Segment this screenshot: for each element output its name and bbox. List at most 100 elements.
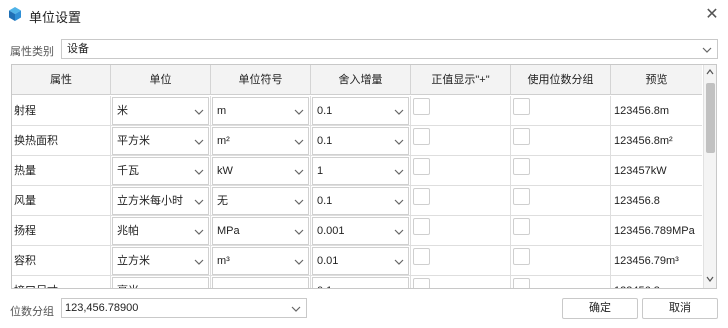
cube-icon <box>9 7 21 21</box>
symbol-select[interactable]: 无 <box>212 187 309 215</box>
rounding-select[interactable]: 0.1 <box>312 277 409 288</box>
digit-grouping-checkbox[interactable] <box>513 128 530 145</box>
plus-sign-checkbox[interactable] <box>413 128 430 145</box>
symbol-select-value: 无 <box>217 195 228 207</box>
property-name-cell: 换热面积 <box>12 126 111 156</box>
unit-select[interactable]: 立方米每小时 <box>112 187 209 215</box>
preview-value: 123456.8 <box>614 195 660 207</box>
unit-select[interactable]: 立方米 <box>112 247 209 275</box>
chevron-down-icon <box>194 137 204 147</box>
symbol-select[interactable]: m³ <box>212 247 309 275</box>
plus-sign-cell <box>411 246 511 276</box>
preview-cell: 123456.789MPa <box>611 216 702 246</box>
preview-value: 123456.8m <box>614 105 670 117</box>
table-header: 属性 单位 单位符号 舍入增量 正值显示"+" 使用位数分组 预览 <box>12 65 702 95</box>
digit-grouping-checkbox[interactable] <box>513 278 530 288</box>
category-value: 设备 <box>67 43 89 55</box>
symbol-select-value: m <box>217 105 227 117</box>
rounding-select-value: 0.1 <box>317 195 333 207</box>
digit-grouping-checkbox[interactable] <box>513 98 530 115</box>
scroll-up-icon[interactable] <box>706 68 714 76</box>
symbol-select[interactable]: m² <box>212 127 309 155</box>
chevron-down-icon <box>394 197 404 207</box>
property-name-cell: 接口尺寸 <box>12 276 111 288</box>
plus-sign-checkbox[interactable] <box>413 278 430 288</box>
digit-grouping-checkbox[interactable] <box>513 248 530 265</box>
symbol-cell: m <box>211 96 311 126</box>
symbol-select-value: m³ <box>217 255 230 267</box>
chevron-down-icon <box>294 287 304 288</box>
chevron-down-icon <box>294 107 304 117</box>
unit-cell: 立方米 <box>111 246 211 276</box>
vertical-scrollbar[interactable] <box>703 65 716 288</box>
table-row: 容积 立方米 m³ 0.01 123456.79m³ <box>12 246 702 276</box>
rounding-select-value: 0.1 <box>317 135 333 147</box>
digit-grouping-checkbox[interactable] <box>513 218 530 235</box>
header-preview: 预览 <box>645 74 668 86</box>
unit-select-value: 立方米 <box>117 255 150 267</box>
property-name-cell: 风量 <box>12 186 111 216</box>
rounding-cell: 0.1 <box>311 126 411 156</box>
rounding-select[interactable]: 0.01 <box>312 247 409 275</box>
scrollbar-thumb[interactable] <box>706 83 715 153</box>
rounding-select[interactable]: 0.1 <box>312 187 409 215</box>
property-name-cell: 扬程 <box>12 216 111 246</box>
property-name: 接口尺寸 <box>14 285 58 288</box>
table-row: 风量 立方米每小时 无 0.1 123456.8 <box>12 186 702 216</box>
cancel-button[interactable]: 取消 <box>642 298 718 319</box>
rounding-cell: 0.1 <box>311 186 411 216</box>
chevron-down-icon <box>194 197 204 207</box>
scroll-down-icon[interactable] <box>706 275 714 283</box>
digit-grouping-cell <box>511 276 611 288</box>
digit-group-select[interactable]: 123,456.78900 <box>61 298 307 318</box>
plus-sign-cell <box>411 126 511 156</box>
symbol-select[interactable]: m <box>212 97 309 125</box>
plus-sign-checkbox[interactable] <box>413 98 430 115</box>
chevron-down-icon <box>194 287 204 288</box>
property-name-cell: 热量 <box>12 156 111 186</box>
plus-sign-checkbox[interactable] <box>413 218 430 235</box>
digit-grouping-checkbox[interactable] <box>513 188 530 205</box>
unit-select[interactable]: 毫米 <box>112 277 209 288</box>
unit-select[interactable]: 兆帕 <box>112 217 209 245</box>
property-name: 扬程 <box>14 225 36 237</box>
unit-cell: 米 <box>111 96 211 126</box>
rounding-select[interactable]: 1 <box>312 157 409 185</box>
unit-select[interactable]: 米 <box>112 97 209 125</box>
property-name: 风量 <box>14 195 36 207</box>
digit-grouping-checkbox[interactable] <box>513 158 530 175</box>
chevron-down-icon <box>394 287 404 288</box>
symbol-select-value: mm <box>217 285 235 288</box>
rounding-cell: 1 <box>311 156 411 186</box>
unit-select[interactable]: 平方米 <box>112 127 209 155</box>
table-row: 扬程 兆帕 MPa 0.001 123456.789MPa <box>12 216 702 246</box>
chevron-down-icon <box>394 137 404 147</box>
chevron-down-icon <box>194 167 204 177</box>
preview-cell: 123457kW <box>611 156 702 186</box>
preview-cell: 123456.79m³ <box>611 246 702 276</box>
symbol-select[interactable]: MPa <box>212 217 309 245</box>
symbol-select[interactable]: kW <box>212 157 309 185</box>
ok-button[interactable]: 确定 <box>562 298 638 319</box>
close-icon[interactable]: ✕ <box>702 4 722 24</box>
chevron-down-icon <box>394 107 404 117</box>
unit-select-value: 兆帕 <box>117 225 139 237</box>
symbol-cell: MPa <box>211 216 311 246</box>
category-select[interactable]: 设备 <box>61 39 718 59</box>
preview-value: 123456.789MPa <box>614 225 695 237</box>
symbol-cell: kW <box>211 156 311 186</box>
rounding-select-value: 1 <box>317 165 324 177</box>
plus-sign-checkbox[interactable] <box>413 248 430 265</box>
chevron-down-icon <box>294 257 304 267</box>
category-label: 属性类别 <box>10 46 54 58</box>
unit-select[interactable]: 千瓦 <box>112 157 209 185</box>
plus-sign-checkbox[interactable] <box>413 158 430 175</box>
chevron-down-icon <box>294 167 304 177</box>
rounding-select[interactable]: 0.001 <box>312 217 409 245</box>
plus-sign-checkbox[interactable] <box>413 188 430 205</box>
rounding-select[interactable]: 0.1 <box>312 97 409 125</box>
header-digit-grouping: 使用位数分组 <box>511 65 611 95</box>
rounding-select[interactable]: 0.1 <box>312 127 409 155</box>
symbol-cell: m³ <box>211 246 311 276</box>
symbol-select[interactable]: mm <box>212 277 309 288</box>
